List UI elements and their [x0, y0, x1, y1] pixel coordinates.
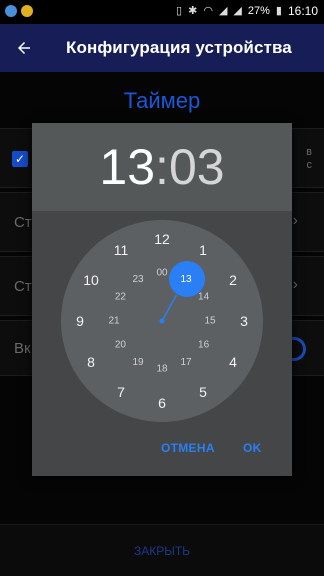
hour-10[interactable]: 10: [83, 272, 99, 288]
minute-display[interactable]: 03: [169, 142, 225, 192]
back-button[interactable]: [10, 34, 38, 62]
card-side-line-2: с: [306, 159, 313, 171]
clock-dial[interactable]: 121234567891011 001314151617181920212223: [61, 220, 263, 422]
signal-icon: ◢: [218, 5, 228, 17]
status-time: 16:10: [287, 4, 318, 18]
close-button[interactable]: ЗАКРЫТЬ: [0, 524, 324, 576]
hour-13[interactable]: 13: [180, 274, 192, 285]
app-bar: Конфигурация устройства: [0, 24, 324, 72]
chevron-right-icon: ›: [292, 212, 298, 229]
clock-center-dot: [159, 318, 165, 324]
hour-7[interactable]: 7: [117, 384, 125, 400]
hour-4[interactable]: 4: [229, 354, 237, 370]
cancel-button[interactable]: ОТМЕНА: [161, 441, 215, 455]
battery-icon: ▮: [275, 5, 282, 17]
hour-19[interactable]: 19: [132, 357, 144, 368]
battery-percent: 27%: [247, 5, 270, 17]
hour-21[interactable]: 21: [108, 316, 120, 327]
page-title: Конфигурация устройства: [66, 38, 292, 57]
dialog-actions: ОТМЕНА OK: [32, 435, 292, 467]
hour-18[interactable]: 18: [156, 364, 168, 375]
chevron-right-icon: ›: [292, 276, 298, 293]
hour-12[interactable]: 12: [154, 231, 170, 247]
ok-button[interactable]: OK: [243, 441, 262, 455]
hour-6[interactable]: 6: [158, 395, 166, 411]
hour-5[interactable]: 5: [199, 384, 207, 400]
hour-3[interactable]: 3: [240, 313, 248, 329]
card-side-text: в с: [306, 146, 312, 172]
hour-display[interactable]: 13: [99, 142, 155, 192]
app-notification-icon-2: [21, 5, 33, 17]
card-label: Ст: [14, 214, 32, 231]
hour-22[interactable]: 22: [115, 292, 127, 303]
hour-17[interactable]: 17: [180, 357, 192, 368]
hour-8[interactable]: 8: [87, 354, 95, 370]
bluetooth-icon: ✱: [188, 5, 198, 17]
hour-16[interactable]: 16: [198, 340, 210, 351]
arrow-left-icon: [18, 42, 30, 54]
checkbox[interactable]: ✓: [12, 151, 28, 167]
card-label: Вк: [14, 340, 31, 357]
hour-11[interactable]: 11: [114, 242, 129, 258]
hour-9[interactable]: 9: [76, 313, 84, 329]
card-label: Ст: [14, 278, 32, 295]
hour-1[interactable]: 1: [199, 242, 207, 258]
hour-2[interactable]: 2: [229, 272, 237, 288]
hour-15[interactable]: 15: [204, 316, 216, 327]
toggle-switch[interactable]: [290, 337, 306, 361]
hour-14[interactable]: 14: [198, 292, 210, 303]
status-bar: ▯ ✱ ◠ ◢ ◢ 27% ▮ 16:10: [0, 0, 324, 24]
app-notification-icon: [5, 5, 17, 17]
signal-icon-2: ◢: [233, 5, 242, 17]
hour-23[interactable]: 23: [132, 274, 144, 285]
section-title: Таймер: [123, 88, 201, 113]
hour-00[interactable]: 00: [156, 268, 168, 279]
time-picker-dialog: 13 : 03 12 1 2 3 4 5 6 7 8 9 10 11 00 13 14 15 16 17 18 19…: [32, 123, 292, 476]
time-display: 13 : 03: [32, 123, 292, 211]
time-separator: :: [155, 139, 169, 195]
card-side-line-1: в: [306, 146, 312, 158]
hour-20[interactable]: 20: [115, 340, 127, 351]
vibrate-icon: ▯: [176, 5, 183, 17]
wifi-icon: ◠: [203, 5, 213, 17]
